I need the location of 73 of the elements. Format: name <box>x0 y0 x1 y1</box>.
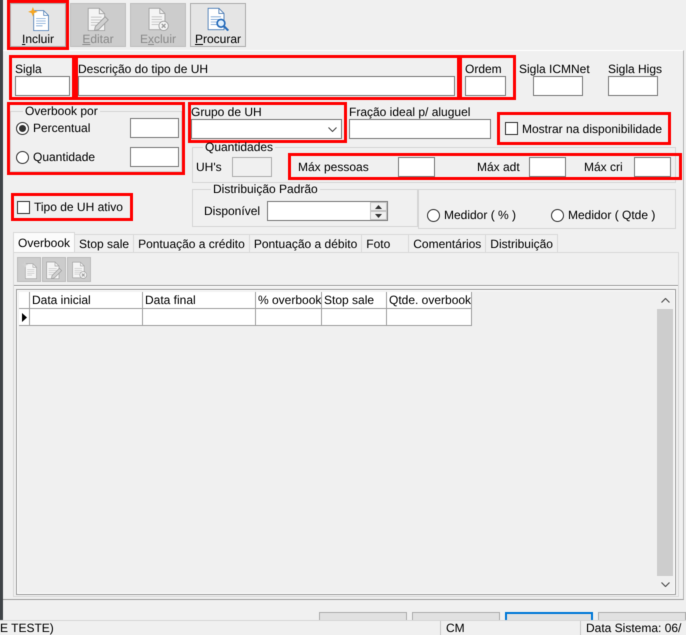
field-label: Sigla Higs <box>608 62 662 76</box>
text-field[interactable] <box>608 76 658 96</box>
column-header: Qtde. overbook <box>387 292 472 309</box>
toolbar-button[interactable]: Incluir <box>10 3 66 47</box>
radio-button[interactable] <box>427 208 440 222</box>
text-field[interactable] <box>15 76 70 96</box>
field-label: Máx pessoas <box>298 160 370 174</box>
field-label: Máx cri <box>584 160 624 174</box>
field-label: Máx adt <box>477 160 521 174</box>
checkbox[interactable] <box>505 122 518 135</box>
spin-down-button[interactable] <box>370 211 387 220</box>
tab[interactable]: Overbook <box>13 232 76 252</box>
radio-button[interactable] <box>16 122 29 134</box>
text-field[interactable] <box>349 119 491 139</box>
text-field[interactable] <box>130 147 179 167</box>
triangle-up-icon <box>375 204 382 208</box>
status-text: CM <box>446 621 465 635</box>
radio-label: Medidor ( Qtde ) <box>568 208 656 222</box>
field-label: Sigla ICMNet <box>519 62 590 76</box>
tab[interactable]: Stop sale <box>74 234 134 252</box>
current-row-icon <box>22 312 26 322</box>
tab[interactable]: Pontuação a crédito <box>133 234 250 252</box>
group-title: Distribuição Padrão <box>212 183 319 195</box>
column-header: Data final <box>143 292 256 309</box>
spin-field[interactable] <box>267 201 388 221</box>
table-cell <box>322 309 387 326</box>
column-header: Data inicial <box>30 292 143 309</box>
caret-icon <box>328 126 337 132</box>
text-field[interactable] <box>78 76 455 96</box>
text-field[interactable] <box>529 156 566 176</box>
status-text: E TESTE) <box>0 621 54 635</box>
text-field[interactable] <box>533 76 583 96</box>
text-field[interactable] <box>465 76 506 96</box>
spin-up-button[interactable] <box>370 202 387 211</box>
search-icon <box>206 7 230 31</box>
table-cell <box>256 309 322 326</box>
checkbox[interactable] <box>17 200 30 214</box>
radio-label: Quantidade <box>33 150 96 164</box>
group-title: Quantidades <box>204 141 274 153</box>
field-label: Fração ideal p/ aluguel <box>349 105 470 119</box>
document-x-icon <box>146 7 170 31</box>
status-text: Data Sistema: 06/ <box>586 621 682 635</box>
chevron-up-icon[interactable] <box>660 298 670 303</box>
toolbar-button[interactable]: Procurar <box>190 3 246 47</box>
radio-label: Percentual <box>33 121 90 135</box>
radio-button[interactable] <box>551 208 564 222</box>
footer-button[interactable] <box>505 612 593 620</box>
group-title: Overbook por <box>24 105 99 117</box>
checkbox-label: Tipo de UH ativo <box>34 200 123 214</box>
tab[interactable]: Pontuação a débito <box>248 234 362 252</box>
radio-label: Medidor ( % ) <box>444 208 516 222</box>
field-label: Grupo de UH <box>191 105 262 119</box>
chevron-down-icon[interactable] <box>660 582 670 587</box>
field-label: Disponível <box>204 204 262 218</box>
new-document-icon <box>26 7 50 31</box>
triangle-down-icon <box>375 214 382 218</box>
dropdown[interactable] <box>191 119 342 139</box>
field-label: Descrição do tipo de UH <box>78 62 208 76</box>
checkbox-label: Mostrar na disponibilidade <box>522 122 662 136</box>
document-x-icon <box>72 260 86 278</box>
scrollbar-thumb[interactable] <box>657 309 673 576</box>
column-header: % overbook <box>256 292 322 309</box>
radio-button[interactable] <box>16 150 29 164</box>
document-pencil-icon <box>46 260 62 278</box>
text-field[interactable] <box>398 156 435 176</box>
field-label: Ordem <box>465 62 502 76</box>
text-field[interactable] <box>634 156 671 176</box>
text-field[interactable] <box>130 118 179 138</box>
field-label: Sigla <box>15 62 42 76</box>
document-pencil-icon <box>86 7 110 31</box>
tab[interactable]: Distribuição <box>485 234 558 252</box>
field-label: UH's <box>196 160 223 174</box>
column-header: Stop sale <box>322 292 387 309</box>
